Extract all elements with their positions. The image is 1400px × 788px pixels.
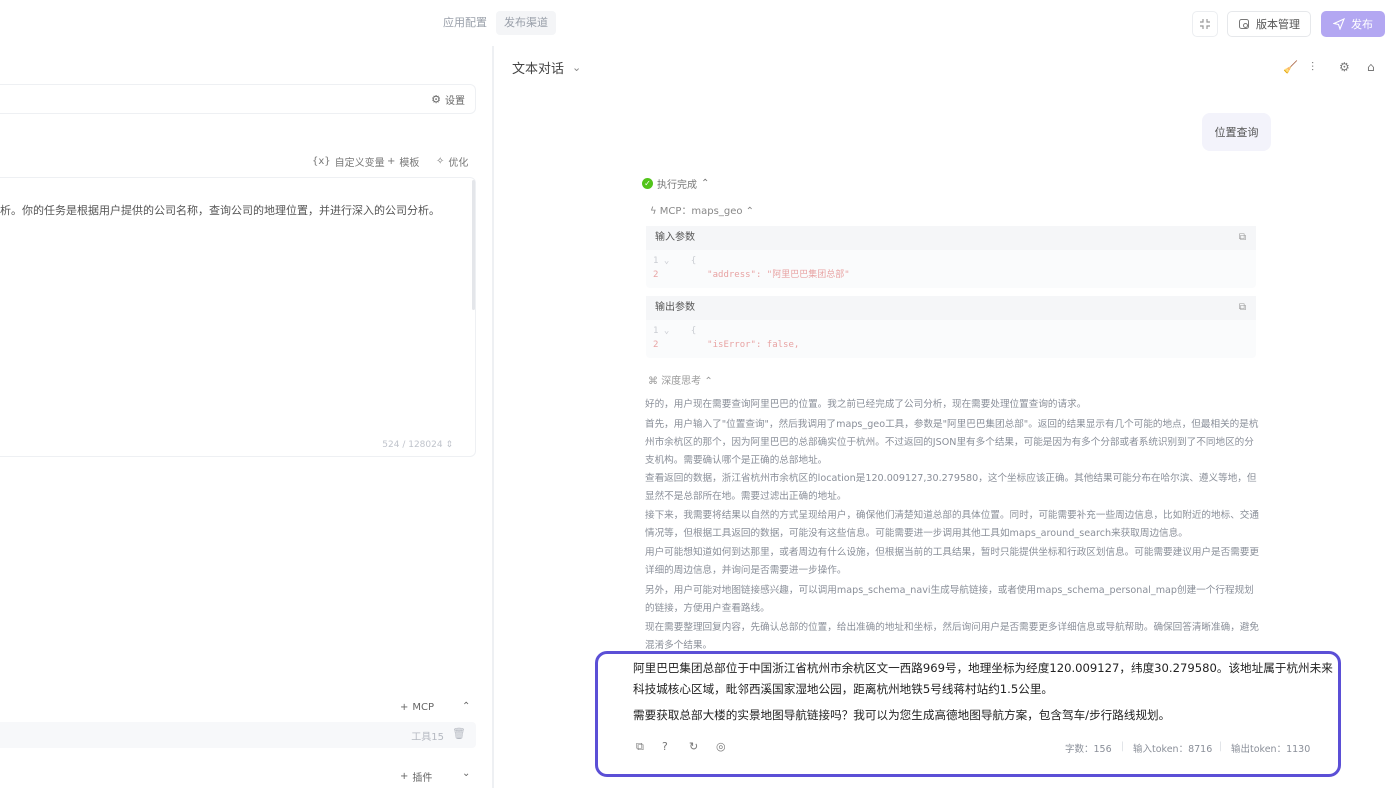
copy-icon[interactable]: ⧉ bbox=[1239, 296, 1246, 320]
version-management-button[interactable]: 版本管理 bbox=[1227, 11, 1311, 37]
template-button[interactable]: + 模板 bbox=[387, 154, 419, 169]
variable-icon: {x} bbox=[312, 156, 331, 167]
trash-icon[interactable]: 🗑 bbox=[452, 727, 466, 740]
copy-icon[interactable]: ⧉ bbox=[1239, 226, 1246, 250]
plus-icon: + bbox=[387, 156, 396, 167]
history-icon bbox=[1239, 19, 1249, 29]
sliders-icon[interactable]: ⫶ bbox=[1311, 60, 1314, 75]
help-icon[interactable]: ? bbox=[662, 740, 668, 753]
send-icon bbox=[1333, 18, 1345, 30]
code-line: 2 "isError": false, bbox=[653, 340, 800, 350]
panel-divider[interactable] bbox=[492, 46, 494, 788]
deep-think-toggle[interactable]: ⌘ 深度思考 ⌃ bbox=[648, 372, 713, 387]
think-paragraph: 首先，用户输入了"位置查询"，然后我调用了maps_geo工具，参数是"阿里巴巴… bbox=[645, 419, 1259, 466]
chat-mode-label: 文本对话 bbox=[512, 62, 565, 77]
top-bar: 应用配置 发布渠道 版本管理 发布 bbox=[0, 0, 1400, 46]
chevron-up-icon: ⌃ bbox=[462, 701, 471, 712]
publish-button-label: 发布 bbox=[1351, 18, 1373, 31]
input-params-box: 输入参数 ⧉ 1 ⌄ { 2 "address": "阿里巴巴集团总部" bbox=[646, 226, 1256, 288]
input-params-header: 输入参数 ⧉ bbox=[646, 226, 1256, 250]
input-params-title: 输入参数 bbox=[655, 232, 695, 243]
stat-divider: | bbox=[1219, 741, 1223, 752]
tab-app-config[interactable]: 应用配置 bbox=[435, 11, 495, 35]
deep-think-label: 深度思考 bbox=[661, 376, 702, 387]
model-select-row[interactable]: ⚙ 设置 bbox=[0, 84, 476, 114]
chevron-down-icon: ⌄ bbox=[572, 61, 582, 74]
code-line: 1 ⌄ { bbox=[653, 256, 697, 266]
collapse-icon bbox=[1200, 19, 1210, 29]
custom-variable-label: 自定义变量 bbox=[334, 158, 385, 169]
collapse-button[interactable] bbox=[1192, 11, 1218, 37]
think-paragraph: 用户可能想知道如何到达那里，或者周边有什么设施，但根据当前的工具结果，暂时只能提… bbox=[645, 547, 1259, 576]
clear-icon[interactable]: 🧹 bbox=[1283, 60, 1298, 74]
add-plugin-button[interactable]: + 插件 bbox=[400, 769, 432, 784]
code-line: 1 ⌄ { bbox=[653, 326, 697, 336]
chat-mode-select[interactable]: 文本对话 ⌄ bbox=[512, 58, 581, 77]
settings-icon[interactable]: ⚙ bbox=[1339, 60, 1350, 74]
input-token-count: 输入token：8716 bbox=[1133, 744, 1213, 755]
prompt-scrollbar[interactable] bbox=[472, 180, 475, 310]
chevron-up-icon: ⌃ bbox=[745, 206, 755, 217]
regenerate-icon[interactable]: ↻ bbox=[689, 740, 698, 753]
mcp-label: MCP bbox=[412, 702, 435, 713]
chevron-down-icon: ⌄ bbox=[462, 768, 471, 779]
answer-line: 阿里巴巴集团总部位于中国浙江省杭州市余杭区文一西路969号，地理坐标为经度120… bbox=[633, 661, 1333, 675]
brain-icon: ⌘ bbox=[648, 376, 658, 387]
version-button-label: 版本管理 bbox=[1256, 18, 1300, 31]
char-counter: 524 / 128024 ⇕ bbox=[382, 440, 453, 450]
think-paragraph: 好的，用户现在需要查询阿里巴巴的位置。我之前已经完成了公司分析，现在需要处理位置… bbox=[645, 399, 1087, 410]
settings-label: 设置 bbox=[445, 96, 465, 107]
target-icon[interactable]: ◎ bbox=[716, 740, 726, 753]
publish-button[interactable]: 发布 bbox=[1321, 11, 1385, 37]
think-paragraph: 接下来，我需要将结果以自然的方式呈现给用户，确保他们清楚知道总部的具体位置。同时… bbox=[645, 510, 1259, 539]
broom-icon[interactable]: ⌂ bbox=[1367, 60, 1375, 74]
user-message: 位置查询 bbox=[1202, 113, 1271, 151]
answer-line: 科技城核心区域，毗邻西溪国家湿地公园，距离杭州地铁5号线蒋村站约1.5公里。 bbox=[633, 682, 1054, 696]
mcp-call-label: MCP：maps_geo bbox=[659, 206, 743, 217]
tool-count: 工具15 bbox=[411, 732, 444, 743]
mcp-tool-row[interactable]: 工具15 🗑 bbox=[0, 722, 476, 748]
copy-icon[interactable]: ⧉ bbox=[636, 740, 644, 754]
chevron-up-icon: ⌃ bbox=[704, 376, 713, 387]
system-prompt-editor[interactable]: 524 / 128024 ⇕ bbox=[0, 177, 476, 457]
plus-icon: + bbox=[400, 771, 409, 782]
gear-icon: ⚙ bbox=[431, 93, 441, 106]
think-paragraph: 查看返回的数据，浙江省杭州市余杭区的location是120.009127,30… bbox=[645, 473, 1257, 502]
output-params-box: 输出参数 ⧉ 1 ⌄ { 2 "isError": false, bbox=[646, 296, 1256, 358]
stat-divider: | bbox=[1121, 741, 1125, 752]
chevron-up-icon: ⌃ bbox=[701, 178, 710, 189]
output-token-count: 输出token：1130 bbox=[1231, 744, 1311, 755]
think-paragraph: 另外，用户可能对地图链接感兴趣，可以调用maps_schema_navi生成导航… bbox=[645, 585, 1254, 614]
plus-icon: + bbox=[400, 702, 409, 713]
expand-icon[interactable]: ⇕ bbox=[445, 440, 453, 450]
optimize-label: 优化 bbox=[448, 158, 469, 169]
collapse-mcp-button[interactable]: ⌃ bbox=[462, 701, 470, 712]
custom-variable-button[interactable]: {x} 自定义变量 bbox=[312, 154, 385, 169]
answer-line: 需要获取总部大楼的实景地图导航链接吗？我可以为您生成高德地图导航方案，包含驾车/… bbox=[633, 708, 1171, 722]
exec-status-toggle[interactable]: ✓ 执行完成 ⌃ bbox=[642, 176, 709, 191]
mcp-call-toggle[interactable]: ϟ MCP：maps_geo ⌃ bbox=[650, 202, 754, 217]
tab-publish-channel[interactable]: 发布渠道 bbox=[496, 11, 556, 35]
exec-status-label: 执行完成 bbox=[657, 180, 697, 191]
optimize-button[interactable]: ✧ 优化 bbox=[436, 154, 468, 169]
char-count: 字数：156 bbox=[1065, 744, 1112, 755]
plugin-label: 插件 bbox=[412, 773, 433, 784]
output-params-title: 输出参数 bbox=[655, 302, 695, 313]
expand-plugin-button[interactable]: ⌄ bbox=[462, 768, 470, 779]
add-mcp-button[interactable]: + MCP bbox=[400, 702, 434, 713]
check-icon: ✓ bbox=[642, 178, 653, 189]
template-label: 模板 bbox=[399, 158, 420, 169]
settings-button[interactable]: ⚙ 设置 bbox=[431, 92, 465, 107]
think-paragraph: 现在需要整理回复内容，先确认总部的位置，给出准确的地址和坐标，然后询问用户是否需… bbox=[645, 622, 1259, 649]
lightning-icon: ϟ bbox=[650, 206, 657, 217]
sparkle-icon: ✧ bbox=[436, 156, 445, 167]
prompt-text: 析。你的任务是根据用户提供的公司名称，查询公司的地理位置，并进行深入的公司分析。 bbox=[0, 204, 440, 217]
output-params-header: 输出参数 ⧉ bbox=[646, 296, 1256, 320]
code-line: 2 "address": "阿里巴巴集团总部" bbox=[653, 270, 850, 280]
